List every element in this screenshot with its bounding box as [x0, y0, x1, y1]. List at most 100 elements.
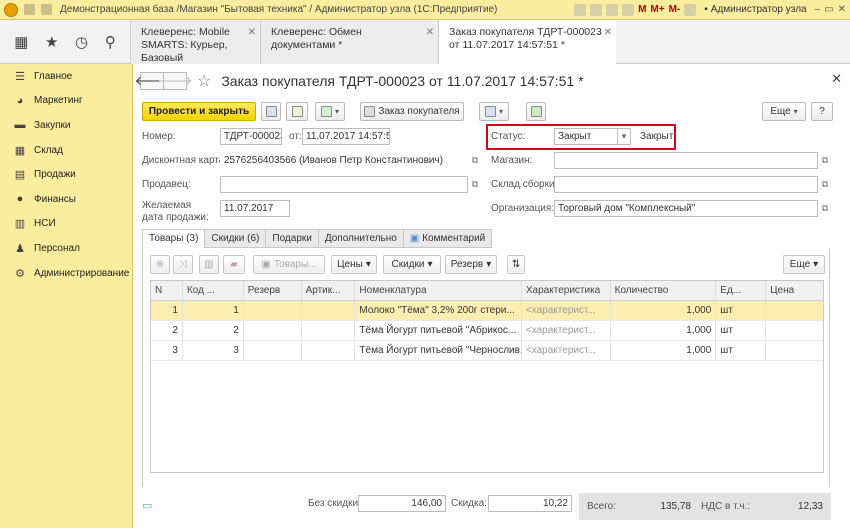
cell-nomenclature: Тёма Йогурт питьевой "Абрикос... — [355, 321, 522, 340]
favorite-star-icon[interactable]: ☆ — [197, 71, 211, 91]
col-quantity[interactable]: Количество — [611, 281, 717, 300]
status-dropdown-icon[interactable]: ▾ — [617, 128, 631, 145]
table-row[interactable]: 1 1 Молоко "Тёма" 3,2% 200г стери... <ха… — [151, 301, 823, 321]
apps-grid-icon[interactable]: ▦ — [14, 33, 28, 51]
clear-button[interactable]: ▰ — [223, 255, 245, 274]
comment-icon: ▣ — [409, 233, 420, 244]
col-n[interactable]: N — [151, 281, 183, 300]
memory-button[interactable]: M — [638, 4, 646, 15]
history-icon[interactable]: ◷ — [75, 33, 88, 51]
goods-table: N Код ... Резерв Артик... Номенклатура Х… — [150, 280, 824, 473]
tab-goods[interactable]: Товары (3) — [142, 229, 205, 248]
forward-button[interactable]: 🡒 — [158, 72, 192, 90]
sidebar-item-sales[interactable]: ▤ Продажи — [0, 162, 132, 187]
memory-plus-button[interactable]: M+ — [650, 4, 664, 15]
cell-reserve — [244, 301, 302, 320]
search-icon[interactable]: ⚲ — [105, 33, 116, 51]
more-actions-button[interactable]: Еще ▾ — [762, 102, 806, 121]
user-menu[interactable]: ▪ Администратор узла — [704, 4, 806, 15]
open-warehouse-icon[interactable]: ⧉ — [818, 176, 832, 193]
col-nomenclature[interactable]: Номенклатура — [355, 281, 522, 300]
favorites-star-icon[interactable]: ★ — [45, 33, 58, 51]
maximize-icon[interactable]: ▭ — [824, 4, 833, 15]
add-row-button[interactable]: ⊕ — [150, 255, 170, 274]
print-order-button[interactable]: Заказ покупателя — [360, 102, 464, 121]
table-more-button[interactable]: Еще ▾ — [783, 255, 825, 274]
post-and-close-button[interactable]: Провести и закрыть — [142, 102, 256, 121]
organization-field[interactable]: Торговый дом "Комплексный" — [554, 200, 818, 217]
tab-exchange[interactable]: Клеверенс: Обмен документами * ✕ — [260, 20, 438, 64]
discounts-button[interactable]: Скидки ▾ — [383, 255, 441, 274]
window-icon[interactable] — [684, 3, 697, 16]
col-code[interactable]: Код ... — [183, 281, 244, 300]
col-unit[interactable]: Ед... — [716, 281, 767, 300]
seller-field[interactable] — [220, 176, 468, 193]
status-select[interactable]: Закрыт — [554, 128, 618, 145]
chevron-down-icon: ▾ — [486, 259, 492, 270]
history-icon[interactable] — [622, 3, 635, 16]
col-article[interactable]: Артик... — [302, 281, 356, 300]
close-form-icon[interactable]: ✕ — [831, 71, 842, 87]
barcode-button[interactable]: ▥ — [199, 255, 219, 274]
save-button[interactable] — [261, 102, 281, 121]
menu-icon[interactable] — [24, 4, 35, 15]
nav-back-icon[interactable] — [41, 4, 52, 15]
sidebar-item-staff[interactable]: ♟ Персонал — [0, 236, 132, 261]
tab-mobile-smarts[interactable]: Клеверенс: Mobile SMARTS: Курьер, Базовы… — [130, 20, 260, 64]
help-button[interactable]: ? — [811, 102, 833, 121]
col-price[interactable]: Цена — [766, 281, 823, 300]
order-form: 🡐 🡒 ☆ Заказ покупателя ТДРТ-000023 от 11… — [134, 64, 850, 528]
tab-gifts[interactable]: Подарки — [265, 229, 318, 248]
warehouse-field[interactable] — [554, 176, 818, 193]
close-tab-icon[interactable]: ✕ — [248, 26, 256, 39]
sidebar-item-label: Склад — [34, 144, 63, 156]
number-field[interactable]: ТДРТ-000023 — [220, 128, 282, 145]
reserve-button[interactable]: Резерв ▾ — [445, 255, 497, 274]
sidebar-item-main[interactable]: ☰ Главное — [0, 64, 132, 89]
grid-icon: ▦ — [14, 144, 26, 157]
tab-discounts[interactable]: Скидки (6) — [204, 229, 266, 248]
box-icon: ▣ — [261, 259, 271, 270]
desired-date-field[interactable]: 11.07.2017 — [220, 200, 290, 217]
star-icon[interactable] — [606, 3, 619, 16]
table-row[interactable]: 3 3 Тёма Йогурт питьевой "Чернослив... <… — [151, 341, 823, 361]
status-text: Закрыт — [640, 131, 674, 142]
total-label: Всего: — [587, 501, 616, 512]
sidebar-item-admin[interactable]: ⚙ Администрирование — [0, 261, 132, 286]
sort-button[interactable]: ⇅ — [507, 255, 525, 274]
edit-button[interactable] — [526, 102, 546, 121]
sidebar-item-nsi[interactable]: ▥ НСИ — [0, 212, 132, 237]
col-characteristic[interactable]: Характеристика — [522, 281, 611, 300]
discount-card-field[interactable]: 2576256403566 (Иванов Петр Константинови… — [220, 152, 468, 169]
doc-icon[interactable] — [574, 3, 587, 16]
tab-additional[interactable]: Дополнительно — [317, 229, 403, 248]
open-seller-icon[interactable]: ⧉ — [468, 176, 482, 193]
calendar-icon[interactable] — [590, 3, 603, 16]
date-field[interactable]: 11.07.2017 14:57:51 — [302, 128, 390, 145]
sidebar-item-purchases[interactable]: ▬ Закупки — [0, 113, 132, 138]
close-window-icon[interactable]: ✕ — [838, 4, 846, 15]
tab-comment[interactable]: ▣ Комментарий — [402, 229, 493, 248]
sidebar-item-finance[interactable]: ● Финансы — [0, 187, 132, 212]
close-tab-icon[interactable]: ✕ — [604, 26, 612, 39]
shop-field[interactable] — [554, 152, 818, 169]
minimize-icon[interactable]: – — [815, 4, 821, 15]
table-row[interactable]: 2 2 Тёма Йогурт питьевой "Абрикос... <ха… — [151, 321, 823, 341]
open-organization-icon[interactable]: ⧉ — [818, 200, 832, 217]
status-message-icon[interactable]: ▭ — [142, 499, 152, 512]
table-more-label: Еще — [789, 259, 811, 270]
tab-customer-order[interactable]: Заказ покупателя ТДРТ-000023 от 11.07.20… — [438, 20, 616, 65]
open-card-icon[interactable]: ⧉ — [468, 152, 482, 169]
open-shop-icon[interactable]: ⧉ — [818, 152, 832, 169]
col-reserve[interactable]: Резерв — [244, 281, 302, 300]
goods-select-button[interactable]: ▣ Товары... — [253, 255, 325, 274]
create-based-button[interactable]: ▾ — [315, 102, 345, 121]
memory-minus-button[interactable]: M- — [669, 4, 681, 15]
sidebar-item-marketing[interactable]: ◕ Маркетинг — [0, 89, 132, 114]
reports-button[interactable]: ▾ — [479, 102, 509, 121]
sidebar-item-warehouse[interactable]: ▦ Склад — [0, 138, 132, 163]
prices-button[interactable]: Цены ▾ — [331, 255, 377, 274]
split-button[interactable]: ⤨ — [173, 255, 193, 274]
close-tab-icon[interactable]: ✕ — [426, 26, 434, 39]
post-button[interactable] — [286, 102, 308, 121]
